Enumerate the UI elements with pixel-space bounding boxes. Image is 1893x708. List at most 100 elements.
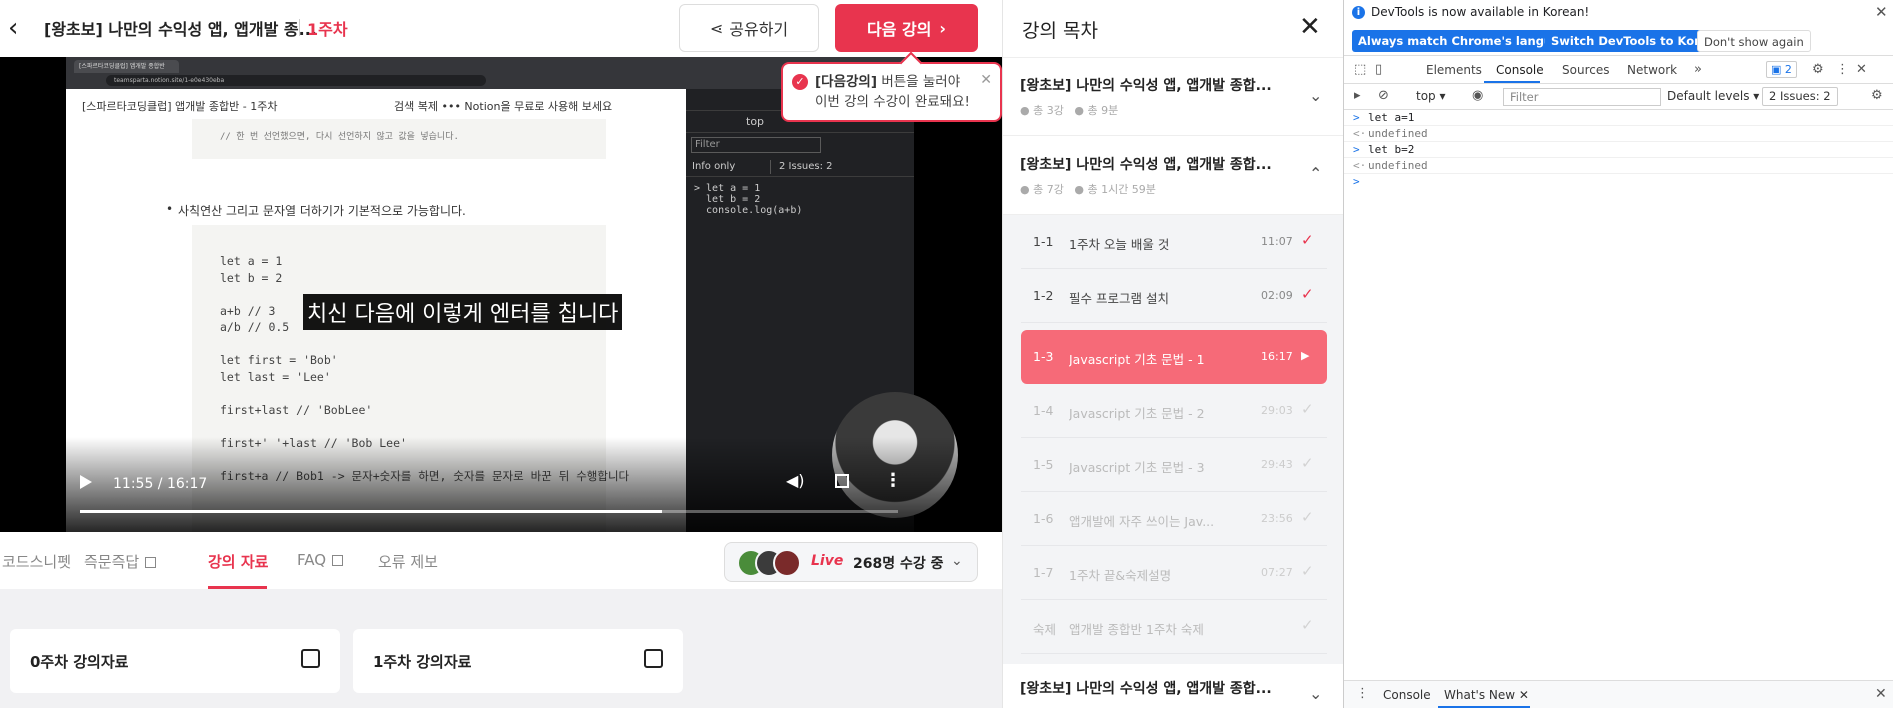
section-meta: ● 총 3강 ● 총 9분 (1020, 104, 1119, 117)
close-icon[interactable]: ✕ (1875, 3, 1888, 21)
context-select[interactable]: top ▾ (1416, 89, 1446, 103)
chevron-down-icon: ⌄ (1309, 86, 1323, 105)
lesson-title: Javascript 기초 문법 - 1 (1069, 352, 1205, 367)
lesson-item[interactable]: 1-5 Javascript 기초 문법 - 3 29:43 ✓ (1021, 438, 1327, 492)
tab-label: 오류 제보 (378, 553, 438, 571)
section-count: 총 7강 (1033, 183, 1064, 196)
clear-console-icon[interactable]: ⊘ (1378, 88, 1389, 103)
lesson-item[interactable]: 1-7 1주차 끝&숙제설명 07:27 ✓ (1021, 546, 1327, 600)
issues-button[interactable]: 2 Issues: 2 (1762, 87, 1838, 106)
materials-list: 0주차 강의자료 1주차 강의자료 (0, 589, 1002, 708)
tab-sources[interactable]: Sources (1562, 63, 1609, 77)
close-icon[interactable]: ✕ (1299, 12, 1321, 42)
console-input-line[interactable]: > (1344, 174, 1893, 190)
eye-icon[interactable]: ◉ (1472, 88, 1483, 103)
material-card-week1[interactable]: 1주차 강의자료 (353, 629, 683, 693)
more-vertical-icon[interactable]: ⋮ (1836, 62, 1849, 77)
material-card-week0[interactable]: 0주차 강의자료 (10, 629, 340, 693)
viewer-avatars (737, 549, 801, 577)
drawer-tab-console[interactable]: Console (1383, 688, 1431, 702)
more-tabs-icon[interactable]: » (1694, 62, 1702, 77)
tab-code-snippet[interactable]: 코드스니펫 (2, 551, 71, 572)
tab-elements[interactable]: Elements (1426, 63, 1482, 77)
console-text: undefined (1368, 127, 1428, 140)
log-levels-select[interactable]: Default levels ▾ (1667, 89, 1759, 103)
tab-console[interactable]: Console (1496, 63, 1544, 77)
tab-network[interactable]: Network (1627, 63, 1677, 77)
video-progress-bar[interactable] (80, 510, 898, 513)
prompt-marker: > (1353, 111, 1360, 124)
outline-title: 강의 목차 (1022, 20, 1098, 42)
course-outline-panel: 강의 목차 ✕ [왕초보] 나만의 수익성 앱, 앱개발 종합... ● 총 3… (1002, 0, 1343, 708)
chevron-right-icon: › (939, 18, 947, 38)
play-icon[interactable] (80, 475, 92, 489)
lesson-item[interactable]: 1-4 Javascript 기초 문법 - 2 29:03 ✓ (1021, 384, 1327, 438)
issues-badge[interactable]: ▣ 2 (1766, 61, 1797, 78)
console-text: undefined (1368, 159, 1428, 172)
week-label: 1주차 (307, 20, 348, 39)
device-toggle-icon[interactable]: ▯ (1375, 62, 1382, 77)
close-icon[interactable]: ✕ (980, 70, 992, 90)
lesson-duration: 23:56 (1261, 512, 1293, 525)
video-time: 11:55 / 16:17 (113, 476, 208, 492)
back-arrow-icon[interactable]: ‹ (8, 15, 30, 42)
lesson-duration: 16:17 (1261, 350, 1293, 363)
banner-text: DevTools is now available in Korean! (1371, 5, 1590, 19)
outline-section-1[interactable]: [왕초보] 나만의 수익성 앱, 앱개발 종합... ● 총 7강 ● 총 1시… (1003, 136, 1343, 215)
recorded-url-bar: teamsparta.notion.site/1-e0e430eba (106, 75, 486, 86)
section-title: [왕초보] 나만의 수익성 앱, 앱개발 종합... (1020, 157, 1272, 173)
console-line: <· undefined (1344, 126, 1893, 142)
share-button[interactable]: ⋖ 공유하기 (679, 4, 819, 52)
tab-qna[interactable]: 즉문즉답 (84, 551, 157, 572)
viewer-count: 268명 수강 중 (853, 556, 944, 572)
tab-faq[interactable]: FAQ (297, 551, 344, 569)
console-output[interactable]: > let a=1 <· undefined > let b=2 <· undefine… (1344, 110, 1893, 190)
more-vertical-icon[interactable]: ⋮ (884, 470, 902, 491)
console-line: <· undefined (1344, 158, 1893, 174)
sidebar-toggle-icon[interactable]: ▸ (1354, 88, 1361, 103)
close-icon[interactable]: ✕ (1875, 686, 1887, 702)
tab-error-report[interactable]: 오류 제보 (378, 551, 438, 572)
gear-icon[interactable]: ⚙ (1871, 88, 1883, 103)
section-title: [왕초보] 나만의 수익성 앱, 앱개발 종합... (1020, 681, 1272, 697)
fullscreen-icon[interactable] (835, 474, 849, 488)
lesson-title: 앱개발에 자주 쓰이는 Jav... (1069, 514, 1215, 529)
outline-section-0[interactable]: [왕초보] 나만의 수익성 앱, 앱개발 종합... ● 총 3강 ● 총 9분… (1003, 58, 1343, 136)
dont-show-again-button[interactable]: Don't show again (1697, 30, 1811, 52)
console-toolbar: ▸ ⊘ top ▾ ◉ Filter Default levels ▾ 2 Is… (1344, 84, 1893, 110)
close-icon[interactable]: ✕ (1856, 62, 1867, 77)
active-tab-underline (1484, 81, 1540, 83)
lesson-item[interactable]: 1-6 앱개발에 자주 쓰이는 Jav... 23:56 ✓ (1021, 492, 1327, 546)
lesson-title: Javascript 기초 문법 - 3 (1069, 460, 1205, 475)
recorded-code-snippet-top: // 한 번 선언했으면, 다시 선언하지 않고 값을 넣습니다. (192, 119, 606, 159)
video-player[interactable]: [스파르타코딩클럽] 앱개발 종합반 teamsparta.notion.sit… (0, 57, 1002, 532)
tab-materials[interactable]: 강의 자료 (208, 551, 268, 572)
share-icon: ⋖ (709, 18, 724, 38)
gear-icon[interactable]: ⚙ (1812, 62, 1824, 77)
info-icon: i (1352, 6, 1365, 19)
live-viewers-pill[interactable]: Live 268명 수강 중 ⌄ (724, 542, 978, 582)
share-label: 공유하기 (729, 20, 789, 39)
console-filter-input[interactable]: Filter (1503, 88, 1661, 106)
next-lecture-tooltip: ✓ ✕ [다음강의] 버튼을 눌러야 이번 강의 수강이 완료돼요! (781, 62, 1002, 122)
drawer-tabs: ⋮ Console What's New ✕ ✕ (1344, 680, 1893, 708)
recorded-bullet-text: 사칙연산 그리고 문자열 더하기가 기본적으로 가능합니다. (166, 202, 466, 219)
lesson-duration: 29:43 (1261, 458, 1293, 471)
lesson-item[interactable]: 1-1 1주차 오늘 배울 것 11:07 ✓ (1021, 215, 1327, 269)
outline-section-2[interactable]: [왕초보] 나만의 수익성 앱, 앱개발 종합... ⌄ (1003, 664, 1343, 708)
drawer-tab-whats-new[interactable]: What's New ✕ (1444, 688, 1529, 702)
video-subtitle: 치신 다음에 이렇게 엔터를 칩니다 (303, 294, 623, 330)
inspect-icon[interactable]: ⬚ (1354, 62, 1366, 77)
lesson-title: 1주차 끝&숙제설명 (1069, 568, 1172, 583)
tooltip-line-2: 이번 강의 수강이 완료돼요! (815, 94, 970, 110)
section-duration: 총 1시간 59분 (1087, 183, 1156, 196)
lesson-item-current[interactable]: 1-3 Javascript 기초 문법 - 1 16:17 ▶ (1021, 330, 1327, 384)
more-vertical-icon[interactable]: ⋮ (1356, 686, 1369, 701)
console-text: let a=1 (1368, 111, 1415, 124)
next-lecture-button[interactable]: 다음 강의 › (835, 4, 978, 52)
lesson-item[interactable]: 1-2 필수 프로그램 설치 02:09 ✓ (1021, 269, 1327, 323)
recorded-issues: 2 Issues: 2 (770, 160, 833, 174)
live-badge: Live (811, 553, 844, 569)
volume-icon[interactable]: ◀) (786, 471, 805, 490)
lesson-item-homework[interactable]: 숙제 앱개발 종합반 1주차 숙제 ✓ (1021, 600, 1327, 654)
